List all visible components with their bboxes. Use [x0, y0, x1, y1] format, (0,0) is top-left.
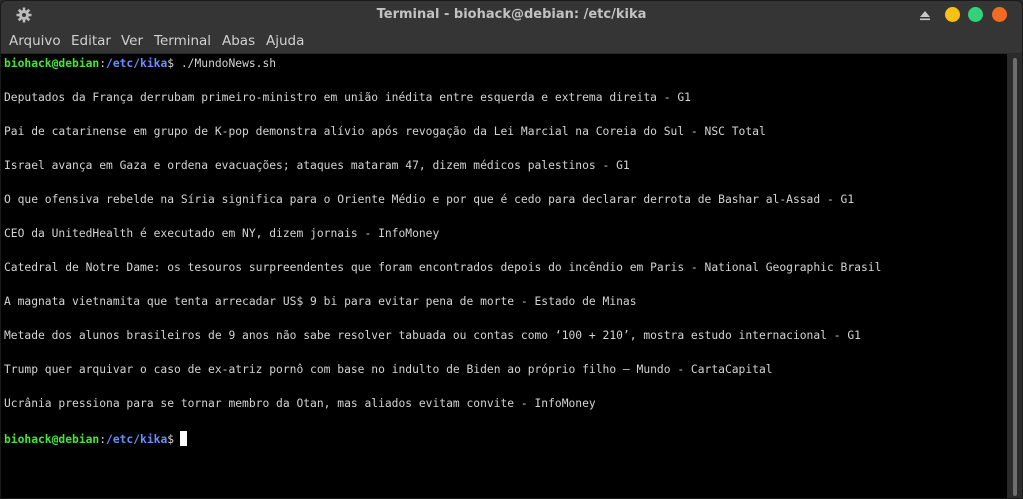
menu-editar[interactable]: Editar	[71, 33, 111, 49]
prompt-user-host: biohack@debian	[4, 57, 100, 70]
title-bar[interactable]: Terminal - biohack@debian: /etc/kika	[1, 1, 1022, 29]
command-prompt-line: biohack@debian:/etc/kika$ ./MundoNews.sh	[4, 57, 276, 71]
menu-bar: Arquivo Editar Ver Terminal Abas Ajuda	[1, 29, 1022, 54]
output-line: Catedral de Notre Dame: os tesouros surp…	[4, 261, 882, 274]
terminal-window: Terminal - biohack@debian: /etc/kika Arq…	[0, 0, 1023, 499]
menu-terminal[interactable]: Terminal	[154, 33, 211, 49]
window-title: Terminal - biohack@debian: /etc/kika	[376, 7, 647, 22]
output-line: Trump quer arquivar o caso de ex-atriz p…	[4, 363, 773, 376]
output-line: CEO da UnitedHealth é executado em NY, d…	[4, 227, 440, 240]
output-line: Ucrânia pressiona para se tornar membro …	[4, 397, 596, 410]
output-line: Deputados da França derrubam primeiro-mi…	[4, 91, 691, 104]
menu-abas[interactable]: Abas	[222, 33, 255, 49]
output-line: Pai de catarinense em grupo de K-pop dem…	[4, 125, 766, 138]
menu-arquivo[interactable]: Arquivo	[9, 33, 61, 49]
output-line: Israel avança em Gaza e ordena evacuaçõe…	[4, 159, 630, 172]
chevron-up-icon[interactable]	[918, 8, 932, 22]
text-cursor	[180, 431, 188, 446]
output-line: Metade dos alunos brasileiros de 9 anos …	[4, 329, 861, 342]
close-button[interactable]	[992, 7, 1007, 22]
output-line: A magnata vietnamita que tenta arrecadar…	[4, 295, 637, 308]
current-prompt-line[interactable]: biohack@debian:/etc/kika$	[4, 431, 188, 446]
prompt-user-host: biohack@debian	[4, 433, 100, 446]
prompt-separator: :	[99, 433, 107, 446]
prompt-path: /etc/kika	[106, 57, 168, 70]
maximize-button[interactable]	[968, 7, 983, 22]
terminal-output-area[interactable]: biohack@debian:/etc/kika$ ./MundoNews.sh…	[1, 54, 1007, 498]
prompt-symbol: $	[167, 433, 175, 446]
prompt-path: /etc/kika	[106, 433, 168, 446]
output-line: O que ofensiva rebelde na Síria signific…	[4, 193, 855, 206]
menu-ajuda[interactable]: Ajuda	[266, 33, 304, 49]
scrollbar-thumb[interactable]	[1013, 58, 1017, 496]
command-text: ./MundoNews.sh	[174, 57, 277, 70]
vertical-scrollbar[interactable]	[1007, 54, 1022, 498]
minimize-button[interactable]	[945, 7, 960, 22]
prompt-separator: :	[99, 57, 107, 70]
menu-ver[interactable]: Ver	[121, 33, 143, 49]
